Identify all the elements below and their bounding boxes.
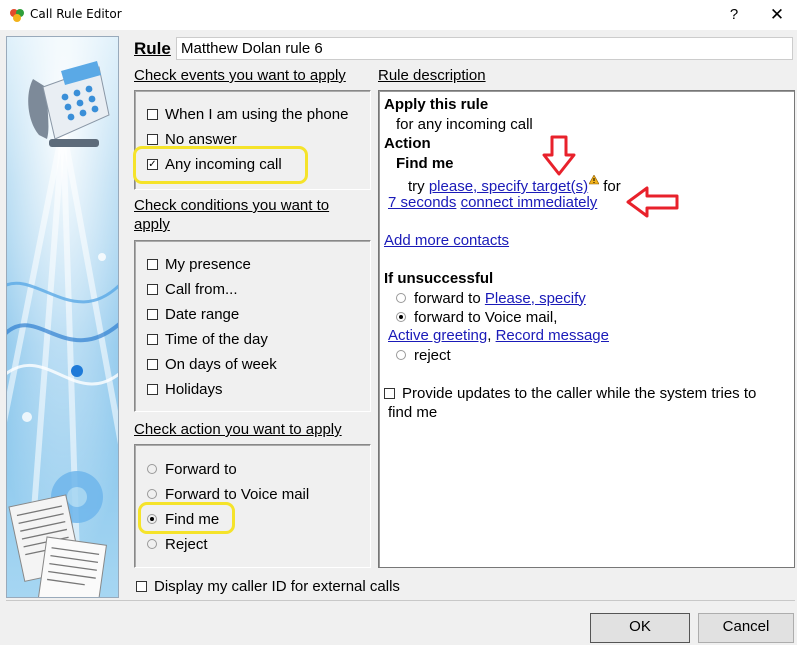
for-text: for [603,178,621,195]
radio-button[interactable] [396,293,406,303]
event-label: When I am using the phone [165,105,349,123]
provide-updates-label-cont: find me [388,404,438,421]
telephone-illustration [7,37,118,597]
checkbox[interactable] [147,133,158,145]
caller-id-option[interactable]: Display my caller ID for external calls [136,575,400,597]
provide-updates-label: Provide updates to the caller while the … [402,384,757,402]
greeting-line: Active greeting, Record message [388,327,609,344]
checkbox[interactable] [147,283,158,295]
forward-to-text: forward to [414,289,481,307]
seconds-link[interactable]: 7 seconds [388,194,456,211]
condition-date-range[interactable]: Date range [147,303,239,325]
condition-holidays[interactable]: Holidays [147,378,223,400]
radio-button[interactable] [147,539,157,549]
checkbox[interactable] [147,308,158,320]
conditions-title-line1: Check conditions you want to [134,197,330,214]
condition-label: Holidays [165,380,223,398]
find-me-heading: Find me [396,155,454,172]
close-button[interactable]: ✕ [762,4,792,26]
reject-text: reject [414,346,451,364]
highlight-find-me [138,502,235,534]
checkbox[interactable] [147,383,158,395]
checkbox[interactable] [384,387,395,399]
description-title: Rule description [378,67,486,84]
comma: , [487,327,492,344]
highlight-any-incoming-call [133,146,308,184]
rule-label: Rule [134,39,171,58]
radio-button[interactable] [147,464,157,474]
condition-time-of-day[interactable]: Time of the day [147,328,268,350]
events-title: Check events you want to apply [134,67,346,84]
warning-icon [588,174,600,185]
condition-call-from[interactable]: Call from... [147,278,238,300]
try-line: try please, specify target(s) for [408,174,621,195]
actions-title: Check action you want to apply [134,421,342,438]
radio-button[interactable] [396,350,406,360]
specify-targets-link[interactable]: please, specify target(s) [429,178,588,195]
active-greeting-link[interactable]: Active greeting [388,327,487,344]
condition-label: On days of week [165,355,277,373]
conditions-group: My presence Call from... Date range Time… [134,240,371,412]
apply-heading: Apply this rule [384,96,489,113]
cancel-button[interactable]: Cancel [698,613,794,643]
action-forward-to[interactable]: Forward to [147,458,237,480]
action-heading: Action [384,135,431,152]
checkbox[interactable] [147,258,158,270]
provide-updates-option[interactable]: Provide updates to the caller while the … [384,382,756,404]
condition-label: Time of the day [165,330,268,348]
side-illustration [6,36,119,598]
action-label: Forward to Voice mail [165,485,310,503]
apply-text: for any incoming call [396,116,533,133]
radio-button-selected[interactable] [396,312,406,322]
try-text: try [408,178,425,195]
conditions-title-line2: apply [134,216,170,233]
checkbox[interactable] [147,108,158,120]
voicemail-text: forward to Voice mail, [414,308,558,326]
radio-button[interactable] [147,489,157,499]
app-logo-icon [10,9,24,22]
event-using-phone[interactable]: When I am using the phone [147,103,348,125]
rule-name-input[interactable] [176,37,793,60]
caller-id-label: Display my caller ID for external calls [154,577,400,595]
add-more-contacts-link[interactable]: Add more contacts [384,232,509,249]
condition-days-of-week[interactable]: On days of week [147,353,277,375]
rule-description-panel: Apply this rule for any incoming call Ac… [378,90,795,568]
action-label: Forward to [165,460,237,478]
action-reject[interactable]: Reject [147,533,208,555]
condition-my-presence[interactable]: My presence [147,253,251,275]
event-label: No answer [165,130,237,148]
please-specify-link[interactable]: Please, specify [485,290,586,307]
left-arrow-annotation [626,186,679,218]
connect-immediately-link[interactable]: connect immediately [461,194,598,211]
down-arrow-annotation [542,135,576,176]
condition-label: Call from... [165,280,238,298]
checkbox[interactable] [147,333,158,345]
timing-line: 7 seconds connect immediately [388,194,597,211]
action-label: Reject [165,535,208,553]
condition-label: My presence [165,255,251,273]
footer-divider [6,600,795,601]
condition-label: Date range [165,305,240,323]
ok-button[interactable]: OK [590,613,690,643]
title-bar: Call Rule Editor ? ✕ [0,0,797,30]
checkbox[interactable] [136,580,147,592]
help-button[interactable]: ? [720,4,748,26]
unsuccessful-heading: If unsuccessful [384,270,494,287]
window-title: Call Rule Editor [30,7,122,21]
unsuccessful-reject[interactable]: reject [396,344,451,366]
unsuccessful-voicemail[interactable]: forward to Voice mail, [396,306,557,328]
checkbox[interactable] [147,358,158,370]
record-message-link[interactable]: Record message [496,327,609,344]
